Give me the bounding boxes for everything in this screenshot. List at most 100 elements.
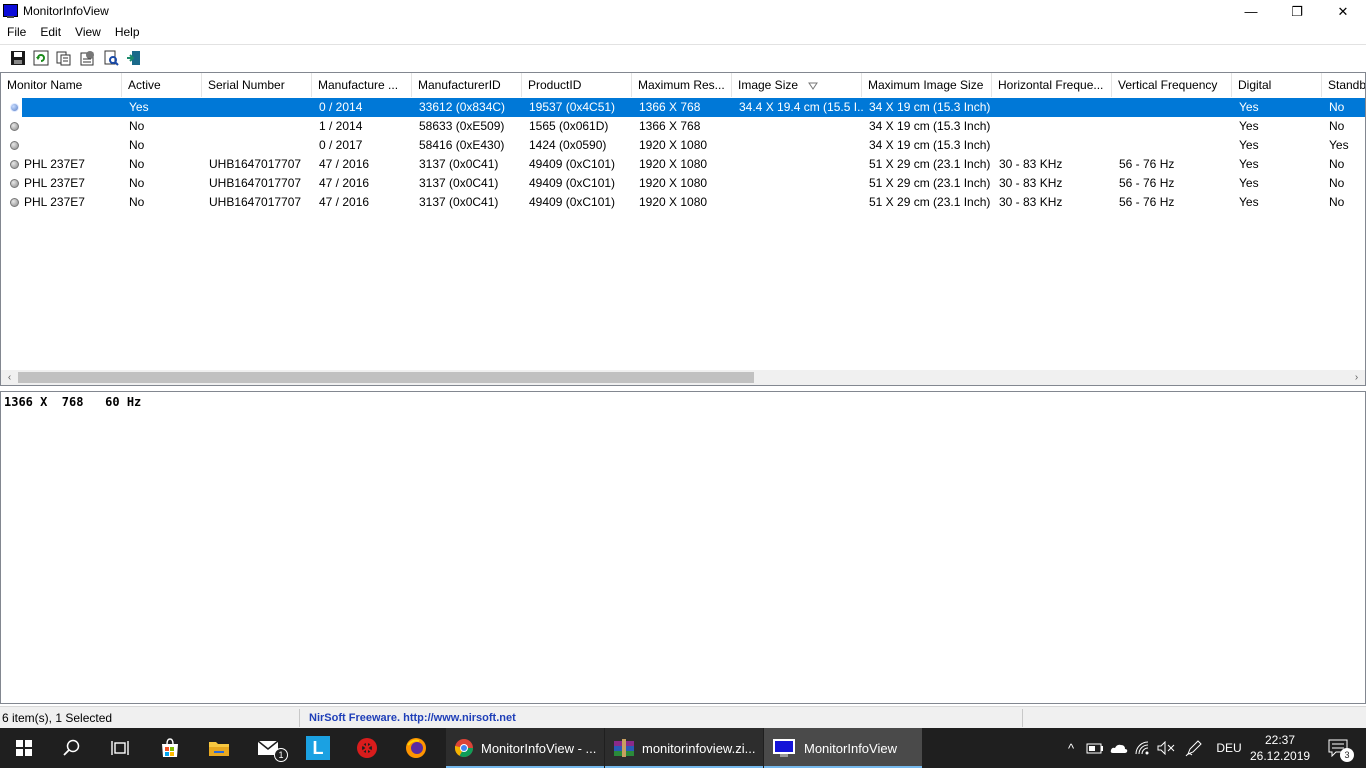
mail-button[interactable]: 1 <box>244 728 292 768</box>
l-app-icon: L <box>306 736 330 760</box>
taskbar-app-chrome[interactable]: MonitorInfoView - ... <box>446 728 604 768</box>
column-header-serial-number[interactable]: Serial Number <box>202 73 312 97</box>
firefox-button[interactable] <box>392 728 440 768</box>
table-row[interactable]: Yes 0 / 2014 33612 (0x834C) 19537 (0x4C51) 1… <box>2 98 1365 117</box>
cell-manufacturer-id: 3137 (0x0C41) <box>419 195 499 209</box>
tray-overflow-button[interactable]: ^ <box>1060 728 1082 768</box>
table-row[interactable]: PHL 237E7 No UHB1647017707 47 / 2016 3137 (0… <box>2 193 1365 212</box>
cell-standby: No <box>1329 100 1345 114</box>
yandex-button[interactable] <box>343 728 391 768</box>
file-explorer-button[interactable] <box>195 728 243 768</box>
cell-image-size <box>733 155 863 174</box>
tray-clock[interactable]: 22:37 26.12.2019 <box>1250 732 1310 764</box>
cell-product-id: 49409 (0xC101) <box>529 195 616 209</box>
cell-vertical-frequency: 56 - 76 Hz <box>1119 157 1175 171</box>
tray-volume[interactable] <box>1155 728 1177 768</box>
cell-maximum-resolution: 1920 X 1080 <box>639 157 708 171</box>
cell-maximum-resolution: 1920 X 1080 <box>639 176 708 190</box>
restore-button[interactable]: ❐ <box>1274 0 1320 23</box>
action-center-button[interactable]: 3 <box>1318 728 1358 768</box>
table-row[interactable]: PHL 237E7 No UHB1647017707 47 / 2016 3137 (0… <box>2 155 1365 174</box>
firefox-icon <box>406 738 426 758</box>
menu-file[interactable]: File <box>0 23 33 43</box>
column-header-maximum-image-size[interactable]: Maximum Image Size <box>862 73 992 97</box>
cell-vertical-frequency: 56 - 76 Hz <box>1119 176 1175 190</box>
tray-onedrive[interactable] <box>1108 728 1130 768</box>
volume-muted-icon <box>1157 741 1175 755</box>
find-button[interactable] <box>101 48 121 68</box>
tray-pen[interactable] <box>1182 728 1206 768</box>
column-header-vertical-frequency[interactable]: Vertical Frequency <box>1112 73 1232 97</box>
menu-view[interactable]: View <box>68 23 108 43</box>
store-icon <box>162 738 178 757</box>
tray-language[interactable]: DEU <box>1212 728 1246 768</box>
monitorinfoview-app-icon <box>3 4 18 18</box>
copy-button[interactable] <box>54 48 74 68</box>
cell-digital: Yes <box>1239 176 1259 190</box>
task-view-button[interactable] <box>96 728 144 768</box>
close-icon: ✕ <box>1337 3 1349 19</box>
taskbar-app-label: MonitorInfoView - ... <box>481 740 597 756</box>
menu-help[interactable]: Help <box>108 23 147 43</box>
cell-product-id: 19537 (0x4C51) <box>529 100 616 114</box>
column-header-image-size[interactable]: Image Size <box>732 73 862 97</box>
clock-date: 26.12.2019 <box>1250 749 1311 763</box>
taskbar-app-winrar[interactable]: monitorinfoview.zi... <box>605 728 763 768</box>
column-header-digital[interactable]: Digital <box>1232 73 1322 97</box>
table-row[interactable]: PHL 237E7 No UHB1647017707 47 / 2016 3137 (0… <box>2 174 1365 193</box>
column-header-active[interactable]: Active <box>122 73 202 97</box>
scrollbar-thumb[interactable] <box>18 372 754 383</box>
winrar-icon <box>614 739 634 757</box>
l-app-button[interactable]: L <box>294 728 342 768</box>
cell-maximum-image-size: 51 X 29 cm (23.1 Inch) <box>869 176 991 190</box>
search-button[interactable] <box>48 728 96 768</box>
tray-battery[interactable] <box>1084 728 1106 768</box>
table-row[interactable]: No 0 / 2017 58416 (0xE430) 1424 (0x0590) 192… <box>2 136 1365 155</box>
cell-digital: Yes <box>1239 195 1259 209</box>
cell-monitor-name: PHL 237E7 <box>24 176 85 190</box>
column-header-manufacturer-id[interactable]: ManufacturerID <box>412 73 522 97</box>
refresh-button[interactable] <box>31 48 51 68</box>
tray-network[interactable] <box>1132 728 1154 768</box>
cell-serial-number: UHB1647017707 <box>209 176 302 190</box>
wifi-icon <box>1135 741 1149 755</box>
minimize-button[interactable]: — <box>1228 0 1274 23</box>
horizontal-scrollbar[interactable]: ‹ › <box>1 370 1365 385</box>
taskbar-app-label: monitorinfoview.zi... <box>642 740 756 756</box>
properties-icon <box>80 51 94 66</box>
chrome-icon <box>455 739 473 758</box>
column-header-monitor-name[interactable]: Monitor Name <box>1 73 122 97</box>
column-header-standby[interactable]: Standby <box>1322 73 1365 97</box>
cell-horizontal-frequency <box>993 117 1113 136</box>
cell-monitor-name: PHL 237E7 <box>24 195 85 209</box>
cell-maximum-image-size: 34 X 19 cm (15.3 Inch) <box>869 119 991 133</box>
column-header-product-id[interactable]: ProductID <box>522 73 632 97</box>
monitor-list[interactable]: Monitor Name Active Serial Number Manufa… <box>0 72 1366 386</box>
task-view-icon <box>111 741 129 755</box>
properties-button[interactable] <box>77 48 97 68</box>
save-button[interactable] <box>8 48 28 68</box>
scroll-left-button[interactable]: ‹ <box>1 370 18 385</box>
taskbar-app-monitorinfoview[interactable]: MonitorInfoView <box>764 728 922 768</box>
scroll-right-button[interactable]: › <box>1348 370 1365 385</box>
cell-serial-number: UHB1647017707 <box>209 157 302 171</box>
yandex-icon <box>357 738 377 758</box>
refresh-icon <box>33 50 49 66</box>
status-divider <box>1022 709 1023 727</box>
start-button[interactable] <box>0 728 48 768</box>
cell-image-size <box>733 193 863 212</box>
close-button[interactable]: ✕ <box>1320 0 1366 23</box>
status-credit-link[interactable]: NirSoft Freeware. http://www.nirsoft.net <box>307 709 516 727</box>
exit-button[interactable] <box>124 48 144 68</box>
cell-monitor-name <box>18 117 123 136</box>
table-row[interactable]: No 1 / 2014 58633 (0xE509) 1565 (0x061D) 136… <box>2 117 1365 136</box>
column-header-horizontal-frequency[interactable]: Horizontal Freque... <box>992 73 1112 97</box>
menu-edit[interactable]: Edit <box>33 23 68 43</box>
column-header-maximum-resolution[interactable]: Maximum Res... <box>632 73 732 97</box>
details-pane[interactable]: 1366 X 768 60 Hz <box>0 391 1366 704</box>
cell-product-id: 1424 (0x0590) <box>529 138 607 152</box>
column-header-manufacture-date[interactable]: Manufacture ... <box>312 73 412 97</box>
cell-active: No <box>129 176 145 190</box>
notification-badge: 3 <box>1340 748 1354 762</box>
store-button[interactable] <box>146 728 194 768</box>
